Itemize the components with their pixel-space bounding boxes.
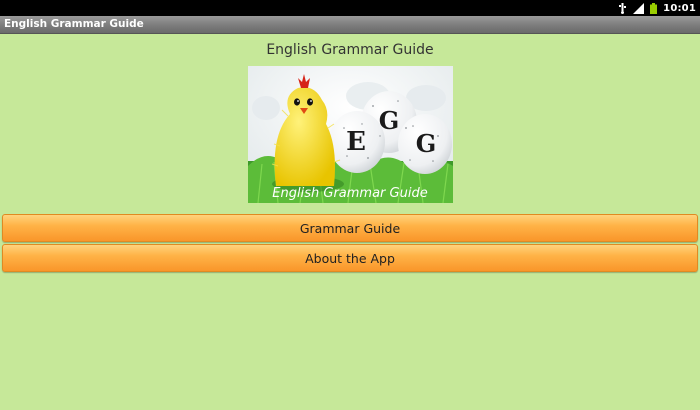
battery-icon bbox=[650, 2, 658, 14]
page-title: English Grammar Guide bbox=[266, 42, 434, 58]
logo-illustration: E G G English Grammar Guide bbox=[248, 66, 453, 203]
status-icons: 10:01 bbox=[618, 1, 696, 15]
usb-icon bbox=[619, 2, 627, 14]
app-logo-image: E G G English Grammar Guide bbox=[248, 66, 453, 203]
status-time: 10:01 bbox=[663, 2, 696, 14]
grammar-guide-label: Grammar Guide bbox=[299, 220, 401, 236]
grammar-guide-button[interactable]: Grammar Guide bbox=[2, 214, 698, 242]
logo-letter-g2: G bbox=[416, 129, 437, 158]
about-app-label: About the App bbox=[305, 250, 395, 266]
logo-letter-e: E bbox=[346, 127, 366, 157]
app-title-bar: English Grammar Guide bbox=[0, 16, 700, 34]
status-bar: 10:01 bbox=[0, 0, 700, 16]
app-title: English Grammar Guide bbox=[4, 18, 144, 30]
logo-letter-g1: G bbox=[379, 106, 400, 135]
logo-banner-text: English Grammar Guide bbox=[272, 186, 427, 201]
about-app-button[interactable]: About the App bbox=[2, 244, 698, 272]
wifi-icon bbox=[633, 2, 645, 14]
